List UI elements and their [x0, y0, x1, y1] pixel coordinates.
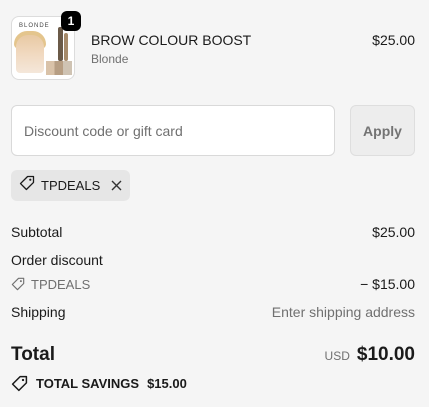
applied-discount-code: TPDEALS: [41, 178, 101, 193]
applied-discount-chip: TPDEALS: [11, 170, 130, 201]
total-savings-amount: $15.00: [147, 376, 187, 391]
shipping-row: Shipping Enter shipping address: [11, 304, 415, 320]
currency-code: USD: [324, 349, 350, 363]
shipping-label: Shipping: [11, 304, 66, 320]
discount-code-line: TPDEALS: [11, 277, 90, 292]
thumbnail-brand-text: BLONDE: [19, 23, 50, 29]
order-discount-row: Order discount: [11, 252, 415, 268]
total-label: Total: [11, 344, 55, 365]
discount-code-name: TPDEALS: [31, 276, 91, 292]
subtotal-row: Subtotal $25.00: [11, 224, 415, 240]
product-variant: Blonde: [91, 52, 129, 66]
discount-value: − $15.00: [360, 276, 415, 292]
total-amount: $10.00: [356, 344, 415, 365]
shipping-value: Enter shipping address: [271, 304, 415, 320]
tag-icon: [19, 175, 35, 196]
order-discount-label: Order discount: [11, 252, 103, 268]
discount-code-row: TPDEALS − $15.00: [11, 276, 415, 292]
total-savings-label: TOTAL SAVINGS: [36, 376, 140, 391]
subtotal-label: Subtotal: [11, 224, 63, 240]
tag-icon: [11, 375, 28, 392]
total-savings: TOTAL SAVINGS $15.00: [11, 375, 187, 392]
subtotal-value: $25.00: [372, 224, 415, 240]
tag-icon: [11, 277, 25, 291]
apply-button[interactable]: Apply: [350, 105, 415, 156]
close-icon[interactable]: [110, 179, 123, 192]
product-price: $25.00: [372, 32, 415, 48]
product-name: BROW COLOUR BOOST: [91, 32, 252, 48]
quantity-badge: 1: [61, 11, 81, 31]
discount-code-input[interactable]: [11, 105, 335, 156]
total-amount-group: USD $10.00: [325, 344, 415, 366]
